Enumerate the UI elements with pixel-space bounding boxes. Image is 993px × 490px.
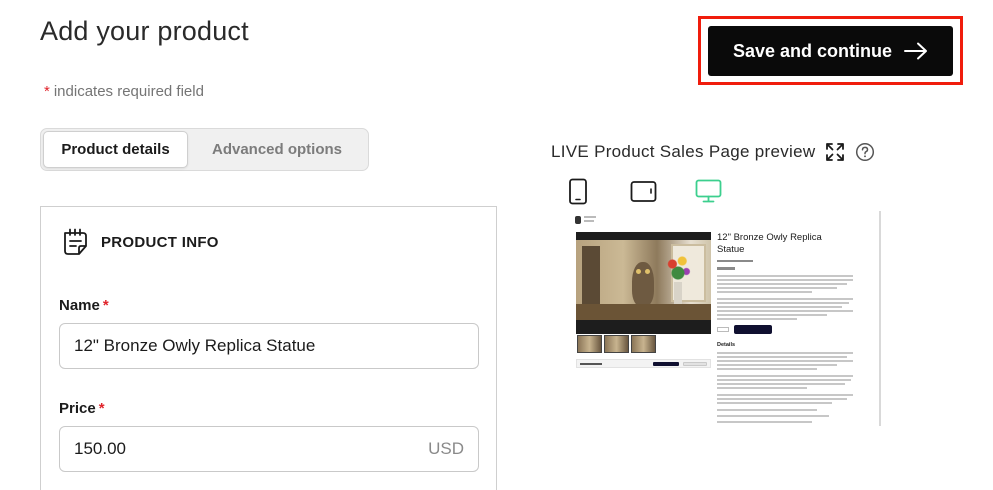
tab-product-details[interactable]: Product details (43, 131, 188, 168)
notepad-icon (64, 228, 87, 255)
preview-thumbnail (577, 335, 602, 353)
preview-desc-line (717, 314, 827, 316)
tab-advanced-options[interactable]: Advanced options (188, 131, 366, 168)
preview-desc-line (717, 310, 853, 312)
preview-thumbnail (631, 335, 656, 353)
preview-details-line (717, 375, 853, 377)
preview-author-line (717, 260, 753, 262)
preview-product-image (576, 232, 711, 334)
preview-details-line (717, 394, 853, 396)
preview-desc-line (717, 302, 849, 304)
preview-details-line (717, 364, 837, 366)
required-star: * (44, 83, 50, 100)
preview-details-line (717, 368, 817, 370)
preview-buy-button (734, 325, 772, 334)
arrow-right-icon (904, 42, 928, 60)
preview-desc-line (717, 275, 853, 277)
name-input-value: 12" Bronze Owly Replica Statue (74, 336, 316, 355)
preview-logo-text (584, 216, 596, 218)
product-info-card: PRODUCT INFO Name * 12" Bronze Owly Repli… (40, 206, 497, 490)
save-button-label: Save and continue (732, 40, 893, 61)
preview-details-line (717, 421, 812, 423)
price-input-value: 150.00 (74, 439, 126, 458)
mobile-icon[interactable] (567, 178, 589, 205)
preview-sticky-bar (576, 359, 711, 368)
preview-product-title: 12" Bronze Owly Replica Statue (717, 232, 822, 255)
required-field-note: * indicates required field (44, 83, 204, 100)
preview-details-line (717, 387, 807, 389)
preview-details-line (717, 415, 829, 417)
preview-details-line (717, 356, 847, 358)
name-required-star: * (102, 297, 109, 314)
preview-details-line (717, 360, 853, 362)
desktop-icon[interactable] (695, 179, 722, 204)
preview-desc-line (717, 298, 853, 300)
name-input[interactable]: 12" Bronze Owly Replica Statue (59, 323, 479, 369)
preview-title-text: LIVE Product Sales Page preview (551, 142, 816, 161)
preview-desc-line (717, 291, 812, 293)
preview-details-heading: Details (717, 342, 736, 348)
tablet-icon[interactable] (630, 180, 657, 203)
preview-thumbnail (604, 335, 629, 353)
preview-desc-line (717, 283, 847, 285)
price-input[interactable]: 150.00 USD (59, 426, 479, 472)
preview-logo (575, 216, 581, 224)
preview-desc-line (717, 287, 837, 289)
preview-quantity-box (717, 327, 729, 332)
price-label: Price * (59, 400, 105, 417)
live-preview-frame: 12" Bronze Owly Replica Statue Details (551, 211, 881, 426)
save-and-continue-button[interactable]: Save and continue (708, 26, 953, 76)
preview-details-line (717, 409, 817, 411)
required-note-text: indicates required field (53, 83, 204, 100)
preview-details-line (717, 398, 847, 400)
preview-details-line (717, 383, 845, 385)
price-required-star: * (98, 400, 105, 417)
name-label: Name * (59, 297, 109, 314)
preview-price-line (717, 267, 735, 270)
preview-desc-line (717, 306, 842, 308)
price-label-text: Price (59, 400, 96, 417)
preview-details-line (717, 379, 851, 381)
price-currency-unit: USD (428, 439, 464, 458)
preview-title: LIVE Product Sales Page preview (551, 142, 875, 162)
preview-details-line (717, 402, 832, 404)
preview-logo-text-2 (584, 220, 594, 222)
help-icon[interactable] (855, 142, 875, 162)
product-info-title: PRODUCT INFO (101, 233, 219, 251)
product-tabs: Product details Advanced options (40, 128, 369, 171)
preview-details-line (717, 352, 853, 354)
preview-desc-line (717, 318, 797, 320)
product-info-header: PRODUCT INFO (61, 227, 219, 257)
expand-icon[interactable] (825, 142, 845, 162)
name-label-text: Name (59, 297, 100, 314)
page-title: Add your product (40, 16, 249, 46)
preview-desc-line (717, 279, 853, 281)
